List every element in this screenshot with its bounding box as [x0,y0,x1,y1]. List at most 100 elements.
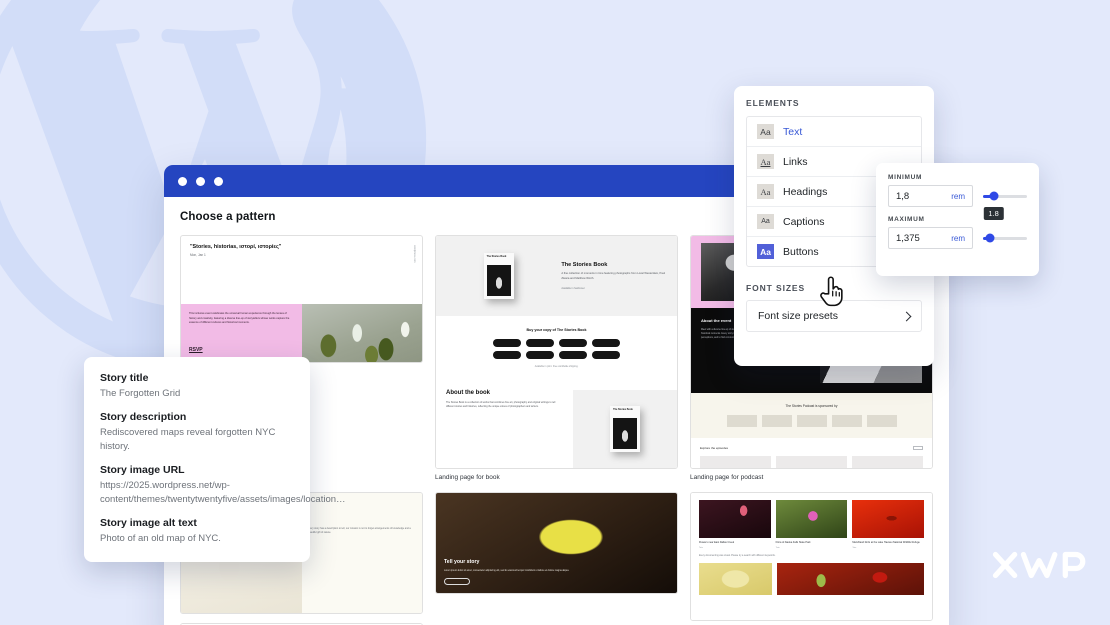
portfolio-sub: Tate [852,546,857,549]
element-label: Buttons [783,245,819,258]
pattern-preview[interactable]: Flowers near East Dallas Creek Tate Flor… [690,492,933,621]
portfolio-image [852,500,925,538]
pointing-hand-cursor-icon [818,276,846,308]
portfolio-caption: Flowers near East Dallas Creek [699,541,735,544]
maximum-slider-track[interactable] [983,233,1027,243]
book-cover-secondary: The Stories Book [610,406,641,452]
retailer-pill[interactable] [592,339,620,347]
maximum-input[interactable]: 1,375 rem [888,227,973,249]
story-body: Lorem ipsum dolor sit amet, consectetur … [444,569,570,572]
element-label: Captions [783,215,825,228]
buy-note: Available in print. Free worldwide shipp… [534,366,579,368]
window-dot-3[interactable] [214,176,223,186]
episode-card[interactable] [700,456,771,468]
minimum-group: MINIMUM 1,8 rem 1.8 [888,174,1027,220]
book-cover: The Stories Book [483,253,514,299]
field-label: Story image URL [100,464,185,477]
field-value: https://2025.wordpress.net/wp-content/th… [100,480,346,505]
episode-card[interactable] [852,456,923,468]
sponsor-logo [831,415,862,427]
portfolio-sub: Tate [699,546,703,549]
retailer-pill[interactable] [592,351,620,359]
story-details-card: Story title The Forgotten Grid Story des… [84,357,346,562]
caption-style-icon: Aa [757,214,774,229]
book-hero-meta: Available in hardcover [561,287,585,291]
rsvp-photo [301,304,422,362]
story-title: Tell your story [444,558,480,565]
book-cover-label: The Stories Book [613,408,633,411]
portfolio-note: Every documenting was visual. Please try… [699,554,776,557]
portfolio-caption: Flora of Alaska Falls State Park [775,541,811,544]
xwp-logo [992,550,1088,580]
window-dot-1[interactable] [178,176,187,186]
minimum-label: MINIMUM [888,174,923,181]
maximum-value: 1,375 [896,232,920,244]
portfolio-image [775,500,848,538]
book-cover-label: The Stories Book [486,255,507,258]
font-size-presets-label: Font size presets [758,310,838,322]
book-hero-title: The Stories Book [561,261,608,268]
field-value: Photo of an old map of NYC. [100,533,221,545]
button-style-icon: Aa [757,244,774,259]
retailer-pill[interactable] [493,339,521,347]
sponsor-logo [866,415,897,427]
maximum-group: MAXIMUM 1,375 rem [888,216,1027,249]
portfolio-caption: Marshland birds at the Lake Havasu Natio… [852,541,920,544]
sponsor-title: The Stories Podcast is sponsored by [785,404,838,408]
episodes-title: Explore the episodes [700,446,729,450]
rsvp-date: Mon, Jan 1 [190,253,206,257]
font-size-slider-panel: MINIMUM 1,8 rem 1.8 MAXIMUM 1,375 rem [876,163,1039,276]
minimum-slider-knob[interactable] [989,191,999,201]
link-style-icon: Aa [757,154,774,169]
story-title-field: Story title The Forgotten Grid [100,372,294,400]
retailer-pill[interactable] [526,351,554,359]
minimum-slider-track[interactable]: 1.8 [983,191,1027,220]
chevron-right-icon [901,311,912,321]
pattern-preview[interactable]: "Stories, historias, ιστορί, ιστορίες" M… [180,235,423,363]
retailer-pill[interactable] [493,351,521,359]
story-image-alt-field: Story image alt text Photo of an old map… [100,517,294,545]
element-label: Links [783,155,808,168]
list-view-icon[interactable] [913,446,923,450]
pattern-cell-portfolio[interactable]: Flowers near East Dallas Creek Tate Flor… [690,492,933,625]
maximum-slider-knob[interactable] [985,233,995,243]
book-hero-sub: A fine collection of moments in time fea… [561,271,665,280]
elements-heading: ELEMENTS [746,98,800,108]
minimum-unit[interactable]: rem [951,192,965,201]
retailer-pill[interactable] [559,339,587,347]
retailer-pill[interactable] [526,339,554,347]
portfolio-sub: Tate [775,546,780,549]
pattern-cell-tell-your-story[interactable]: Tell your story Lorem ipsum dolor sit am… [435,492,678,625]
story-image-url-field: Story image URL https://2025.wordpress.n… [100,464,346,506]
maximum-unit[interactable]: rem [951,234,965,243]
sponsor-logo [761,415,792,427]
pattern-preview[interactable]: Tell your story Lorem ipsum dolor sit am… [435,492,678,594]
field-label: Story title [100,372,149,384]
heading-style-icon: Aa [757,184,774,199]
episode-card[interactable] [776,456,847,468]
portfolio-image [699,562,773,595]
about-book-title: About the book [446,390,490,396]
sponsor-logo [796,415,827,427]
window-dot-2[interactable] [196,176,205,186]
retailer-pill[interactable] [559,351,587,359]
element-row-text[interactable]: Aa Text [747,117,921,147]
field-value: The Forgotten Grid [100,388,181,399]
portfolio-image [699,500,771,538]
minimum-slider-tooltip: 1.8 [983,206,1004,220]
pattern-preview[interactable]: The Stories Book The Stories Book A fine… [435,235,678,469]
pattern-cell-book[interactable]: The Stories Book The Stories Book A fine… [435,235,678,481]
field-label: Story image alt text [100,517,197,530]
rsvp-body: This inclusive event celebrates the univ… [189,312,290,325]
sponsor-logo [726,415,757,427]
text-style-icon: Aa [757,124,774,139]
pattern-caption: Landing page for podcast [690,474,764,481]
maximum-label: MAXIMUM [888,216,925,223]
portfolio-image [777,562,924,595]
buy-title: Buy your copy of The Stories Book [526,328,587,332]
story-learn-more-button[interactable] [444,578,470,585]
field-label: Story description [100,411,187,424]
minimum-input[interactable]: 1,8 rem [888,185,973,207]
rsvp-link[interactable]: RSVP [189,347,203,353]
about-book-body: The Stories Book is a collection of work… [446,401,556,409]
